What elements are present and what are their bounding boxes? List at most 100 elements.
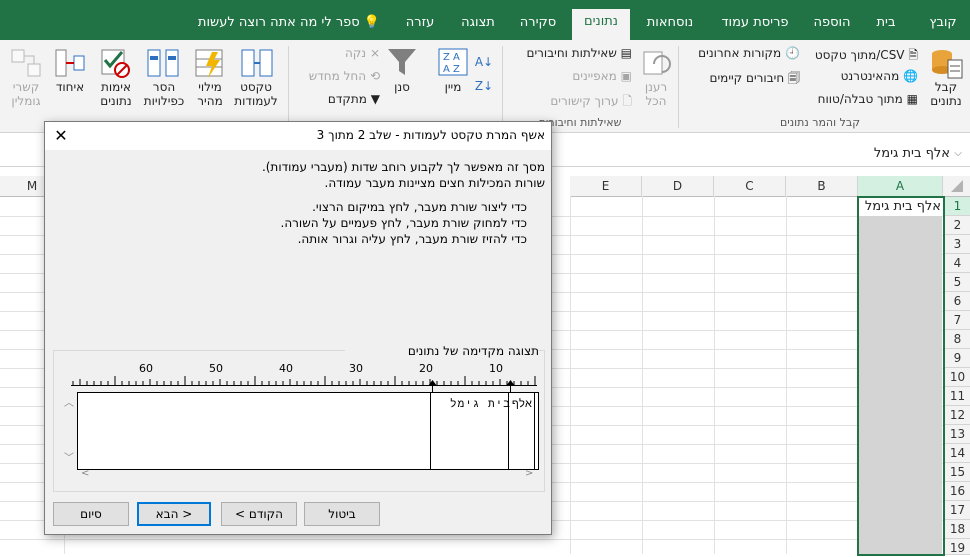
vertical-scrollbar[interactable]: ︿ ﹀ [63,394,75,464]
break-arrow-icon[interactable] [506,380,515,392]
properties-icon: ▣ [620,69,632,83]
web-icon: 🌐 [903,69,918,83]
column-header-c[interactable]: C [714,176,786,197]
row-header[interactable]: 2 [943,216,970,235]
tab-formulas[interactable]: נוסחאות [638,10,702,40]
svg-text:Z A: Z A [443,52,460,63]
break-arrow-icon[interactable] [428,380,437,392]
get-data-button[interactable]: קבל נתונים [926,80,966,108]
scroll-down-icon[interactable]: ﹀ [63,449,75,464]
formula-input[interactable]: אלף בית גימל [550,142,950,166]
reapply-icon: ⟲ [369,69,380,83]
column-ruler[interactable]: 10 20 30 40 50 60 [71,362,537,386]
column-header-b[interactable]: B [786,176,858,197]
chevron-down-icon[interactable]: ⌵ [950,142,966,166]
edit-links-button[interactable]: ערוך קישורים 🗋 [506,92,632,113]
data-validation-button[interactable]: אימות נתונים [92,80,140,108]
lightbulb-icon: 💡 [363,15,381,30]
row-header[interactable]: 4 [943,254,970,273]
remove-duplicates-button[interactable]: הסר כפילויות [138,80,190,108]
row-header[interactable]: 18 [943,520,970,539]
relationships-button[interactable]: קשרי גומלין [6,80,46,108]
sort-button[interactable]: מיין [436,80,470,94]
tab-file[interactable]: קובץ [920,10,966,40]
advanced-filter-icon: ▼ [370,92,380,106]
row-header[interactable]: 16 [943,482,970,501]
tab-insert[interactable]: הוספה [806,10,858,40]
sort-az-icon[interactable]: A↓ Z↓ [472,50,496,100]
instruction-text-1: כדי ליצור שורת מעבר, לחץ במיקום הרצוי. [312,200,527,214]
tab-page-layout[interactable]: פריסת עמוד [712,10,798,40]
tab-view[interactable]: תצוגה [452,10,504,40]
row-header[interactable]: 1 [943,197,970,216]
ruler-label-50: 50 [209,362,223,375]
instruction-text-3: כדי להזיז שורת מעבר, לחץ עליה וגרור אותה… [297,232,527,246]
row-header[interactable]: 12 [943,406,970,425]
row-header[interactable]: 13 [943,425,970,444]
ribbon-separator [678,46,679,128]
tab-data[interactable]: נתונים [572,9,630,40]
flash-fill-icon [194,46,226,80]
relationships-icon [10,46,42,80]
links-icon: 🗋 [622,94,632,108]
consolidate-button[interactable]: איחוד [50,80,90,94]
row-header[interactable]: 17 [943,501,970,520]
recent-sources-icon: 🕘 [785,46,800,60]
filter-button[interactable]: סנן [384,80,420,94]
select-all-corner[interactable] [943,176,970,197]
row-header[interactable]: 11 [943,387,970,406]
intro-text-1: מסך זה מאפשר לך לקבוע רוחב שדות (מעברי ע… [261,160,545,174]
row-header[interactable]: 15 [943,463,970,482]
from-text-csv-button[interactable]: מתוך טקסט/CSV 🗎 [806,46,918,67]
row-header[interactable]: 9 [943,349,970,368]
text-to-columns-dialog: אשף המרת טקסט לעמודות - שלב 2 מתוך 3 ✕ מ… [44,121,552,535]
scroll-right-icon[interactable]: > [525,468,533,479]
scroll-up-icon[interactable]: ︿ [63,394,75,409]
column-break-line[interactable] [534,393,535,469]
row-header[interactable]: 3 [943,235,970,254]
queries-connections-button[interactable]: שאילתות וחיבורים ▤ [506,46,632,60]
instruction-text-2: כדי למחוק שורת מעבר, לחץ פעמיים על השורה… [280,216,528,230]
column-break-line[interactable] [430,393,431,469]
preview-text-field-1: אלף [512,397,532,410]
row-header[interactable]: 6 [943,292,970,311]
back-button[interactable]: < הקודם [221,502,297,526]
row-header[interactable]: 7 [943,311,970,330]
finish-button[interactable]: סיום [53,502,129,526]
cell-a1[interactable]: אלף בית גימל [859,198,941,216]
next-button[interactable]: הבא > [137,502,211,526]
tell-me-box[interactable]: 💡 ספר לי מה אתה רוצה לעשות [196,10,382,40]
text-to-columns-button[interactable]: טקסט לעמודות [228,80,284,108]
recent-sources-button[interactable]: מקורות אחרונים 🕘 [686,46,800,60]
cancel-button[interactable]: ביטול [304,502,380,526]
from-web-button[interactable]: מהאינטרנט 🌐 [806,69,918,83]
properties-button[interactable]: מאפיינים ▣ [506,69,632,83]
from-table-button[interactable]: מתוך טבלה/טווח ▦ [800,92,918,106]
refresh-all-button[interactable]: רענן הכל [636,80,676,108]
advanced-button[interactable]: מתקדם ▼ [300,92,380,106]
preview-data-area[interactable]: אלף בית גימל [77,392,539,470]
queries-icon: ▤ [620,46,632,60]
clear-button[interactable]: נקה ⨯ [300,46,380,60]
tell-me-text: ספר לי מה אתה רוצה לעשות [197,15,360,30]
flash-fill-button[interactable]: מילוי מהיר [188,80,232,108]
scroll-left-icon[interactable]: < [81,468,89,479]
row-header[interactable]: 19 [943,539,970,555]
row-header[interactable]: 5 [943,273,970,292]
reapply-button[interactable]: החל מחדש ⟲ [292,69,380,83]
tab-review[interactable]: סקירה [512,10,564,40]
column-header-d[interactable]: D [642,176,714,197]
tab-help[interactable]: עזרה [398,10,442,40]
tab-home[interactable]: בית [866,10,906,40]
existing-connections-button[interactable]: חיבורים קיימים 🗐 [686,69,800,90]
row-header[interactable]: 10 [943,368,970,387]
column-break-line[interactable] [508,393,509,469]
horizontal-scrollbar[interactable]: < > [77,468,537,482]
close-icon[interactable]: ✕ [51,126,71,146]
row-header[interactable]: 8 [943,330,970,349]
column-header-a[interactable]: A [858,176,943,198]
ribbon-separator [288,46,289,128]
column-header-e[interactable]: E [570,176,642,197]
row-header[interactable]: 14 [943,444,970,463]
ruler-ticks [72,376,536,385]
